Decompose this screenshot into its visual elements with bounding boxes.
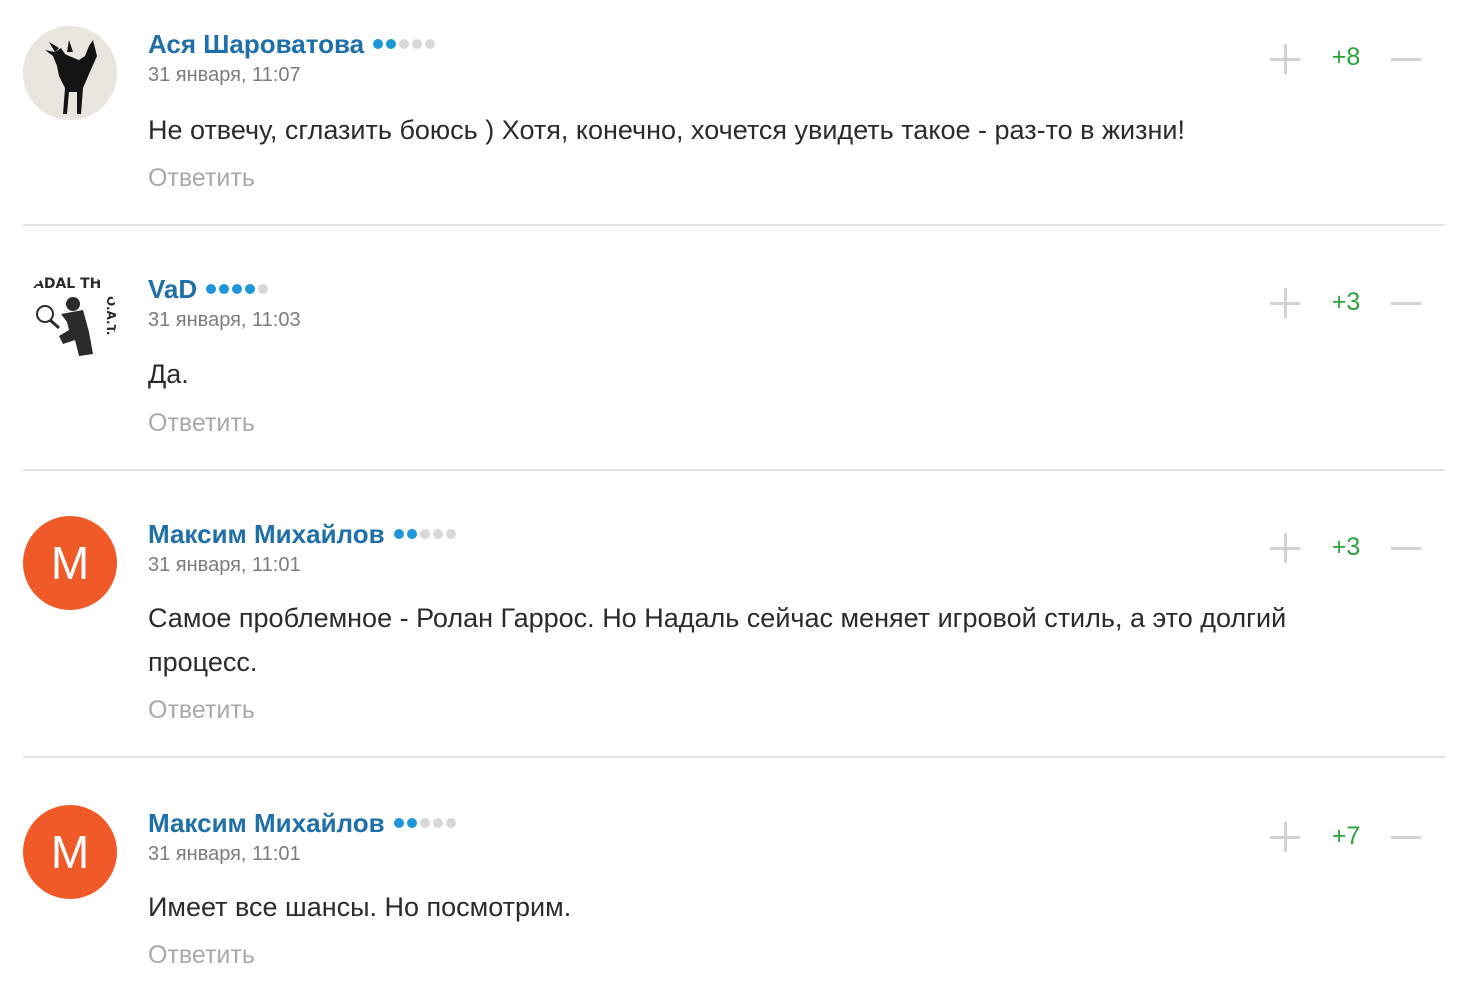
rating-dot — [445, 818, 456, 828]
reply-button[interactable]: Ответить — [148, 696, 255, 725]
rating-dot — [432, 529, 443, 539]
author-name[interactable]: Максим Михайлов — [148, 519, 385, 550]
upvote-button[interactable] — [1270, 533, 1300, 563]
rating-dot — [206, 284, 217, 294]
upvote-button[interactable] — [1270, 822, 1300, 852]
avatar[interactable]: ADAL TH O.A.T. — [23, 270, 117, 364]
comment-score: +3 — [1331, 533, 1361, 561]
author-line: Ася Шароватова — [148, 29, 436, 60]
author-line: VaD — [148, 274, 269, 305]
author-line: Максим Михайлов — [148, 519, 456, 549]
rating-dot — [399, 39, 410, 49]
rating-dot — [419, 818, 430, 828]
downvote-button[interactable] — [1391, 288, 1421, 318]
comment-text: Самое проблемное - Ролан Гаррос. Но Нада… — [148, 603, 1287, 677]
author-name[interactable]: VaD — [148, 274, 197, 305]
black-cat-photo-icon — [23, 26, 117, 120]
logo-text-side: O.A.T. — [104, 296, 117, 336]
author-line: Максим Михайлов — [148, 808, 456, 838]
rating-dot — [232, 284, 243, 294]
rating-dot — [412, 39, 423, 49]
rating-dot — [373, 39, 384, 49]
comment-text: Не отвечу, сглазить боюсь ) Хотя, конечн… — [148, 115, 1186, 145]
comment-date: 31 января, 11:01 — [148, 843, 301, 865]
comment-score: +8 — [1331, 43, 1361, 71]
avatar[interactable]: М — [23, 805, 117, 899]
upvote-button[interactable] — [1270, 44, 1300, 74]
comment-date: 31 января, 11:01 — [148, 554, 301, 576]
user-rating — [206, 284, 269, 294]
rating-dot — [425, 39, 436, 49]
comment-score: +7 — [1331, 822, 1361, 850]
rating-dot — [432, 818, 443, 828]
avatar[interactable]: М — [23, 516, 117, 610]
divider — [23, 469, 1445, 471]
comment-text: Да. — [148, 359, 189, 389]
rating-dot — [258, 284, 269, 294]
rating-dot — [406, 818, 417, 828]
downvote-button[interactable] — [1391, 533, 1421, 563]
downvote-button[interactable] — [1391, 822, 1421, 852]
reply-button[interactable]: Ответить — [148, 941, 255, 970]
comment: М Максим Михайлов 31 января, 11:01 Самое… — [0, 490, 1460, 758]
comment-score: +3 — [1331, 288, 1361, 316]
user-rating — [393, 529, 456, 539]
comment-date: 31 января, 11:03 — [148, 309, 301, 331]
user-rating — [393, 818, 456, 828]
rating-dot — [406, 529, 417, 539]
comment-date: 31 января, 11:07 — [148, 64, 301, 86]
user-rating — [373, 39, 436, 49]
comment-text: Имеет все шансы. Но посмотрим. — [148, 892, 572, 922]
upvote-button[interactable] — [1270, 288, 1300, 318]
comment: Ася Шароватова 31 января, 11:07 Не отвеч… — [0, 0, 1460, 226]
reply-button[interactable]: Ответить — [148, 164, 255, 193]
rating-dot — [245, 284, 256, 294]
divider — [23, 756, 1445, 758]
tennis-player-logo-icon: ADAL TH O.A.T. — [23, 270, 117, 364]
author-name[interactable]: Максим Михайлов — [148, 808, 385, 839]
author-name[interactable]: Ася Шароватова — [148, 29, 364, 60]
rating-dot — [445, 529, 456, 539]
comment: ADAL TH O.A.T. VaD 31 января, 11:03 Да. … — [0, 245, 1460, 471]
rating-dot — [219, 284, 230, 294]
avatar[interactable] — [23, 26, 117, 120]
rating-dot — [393, 818, 404, 828]
rating-dot — [419, 529, 430, 539]
logo-text-top: ADAL TH — [33, 276, 101, 292]
comment: М Максим Михайлов 31 января, 11:01 Имеет… — [0, 779, 1460, 987]
rating-dot — [386, 39, 397, 49]
downvote-button[interactable] — [1391, 44, 1421, 74]
rating-dot — [393, 529, 404, 539]
divider — [23, 224, 1445, 226]
reply-button[interactable]: Ответить — [148, 409, 255, 438]
